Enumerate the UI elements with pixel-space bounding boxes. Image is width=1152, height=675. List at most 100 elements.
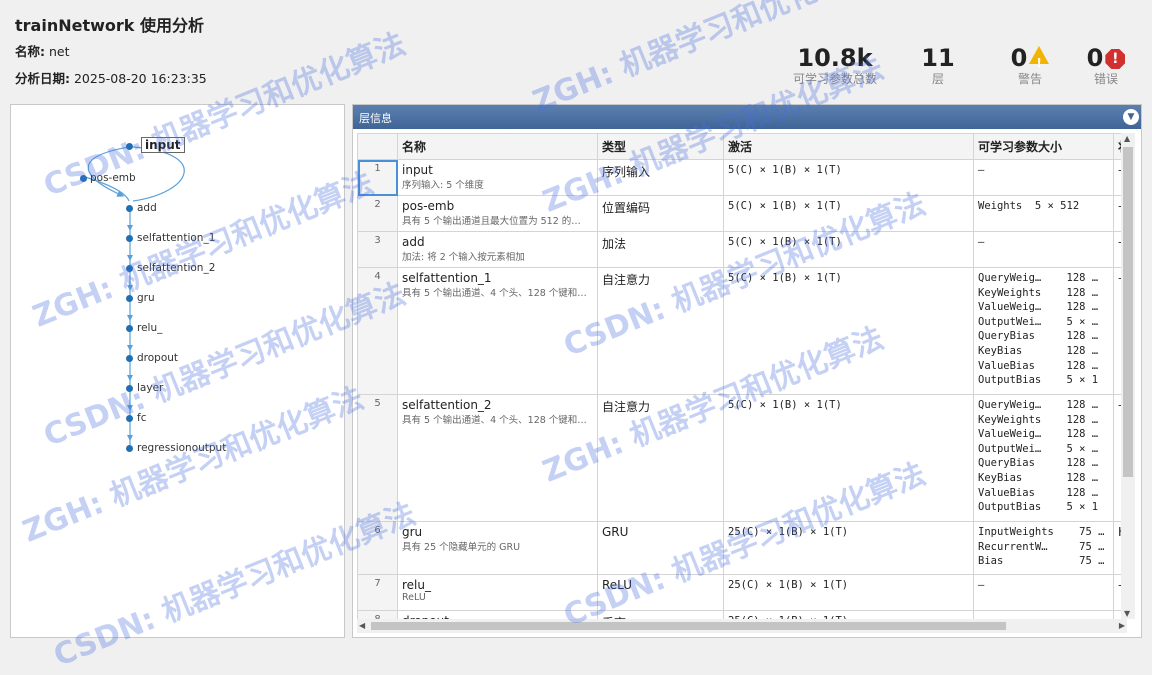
graph-node-add[interactable]: add [137,202,157,214]
row-index: 8 [357,610,398,619]
horizontal-scrollbar[interactable]: ◀ ▶ [357,619,1127,633]
layer-desc: 具有 25 个隐藏单元的 GRU [402,542,521,553]
graph-node-fc[interactable]: fc [137,412,146,424]
layer-params: Weights 5 × 512 [973,195,1114,232]
warnings-label: 警告 [1017,72,1042,86]
layer-name: selfattention_1 [402,271,492,285]
layer-params: – [973,610,1114,619]
layer-type: 位置编码 [597,195,724,232]
row-index: 4 [357,267,398,395]
layer-params: – [973,574,1114,611]
learnable-params-stat: 10.8k 可学习参数总数 [790,44,880,86]
row-index: 6 [357,521,398,575]
col-header-name[interactable]: 名称 [397,133,598,160]
scroll-right-icon[interactable]: ▶ [1119,621,1125,630]
layer-table: 名称 类型 激活 可学习参数大小 状 1 input 序列输入: 5 个维度 序列… [357,133,1127,619]
graph-node-selfattention-1[interactable]: selfattention_1 [137,232,215,244]
errors-stat[interactable]: 0! 错误 [1076,44,1136,86]
vertical-scrollbar[interactable]: ▲ ▼ [1121,133,1135,619]
layer-activation: 5(C) × 1(B) × 1(T) [723,195,974,232]
table-row[interactable]: 5 selfattention_2 具有 5 个输出通道、4 个头、128 个键和… [357,394,1127,522]
errors-value: 0 [1086,44,1104,72]
layer-activation: 5(C) × 1(B) × 1(T) [723,394,974,522]
graph-node-selfattention-2[interactable]: selfattention_2 [137,262,215,274]
layer-desc: 序列输入: 5 个维度 [402,180,484,191]
table-row[interactable]: 3 add 加法: 将 2 个输入按元素相加 加法 5(C) × 1(B) × 1… [357,231,1127,268]
learnable-params-value: 10.8k [797,44,873,72]
layer-params: QueryWeig… 128 … KeyWeights 128 … ValueW… [973,394,1114,522]
layer-type: ReLU [597,574,724,611]
layers-label: 层 [931,72,944,86]
table-row[interactable]: 2 pos-emb 具有 5 个输出通道且最大位置为 512 的… 位置编码 5(… [357,195,1127,232]
name-value: net [48,44,70,59]
layer-name: selfattention_2 [402,398,492,412]
layer-desc: 具有 5 个输出通道、4 个头、128 个键和… [402,288,587,299]
col-header-activation[interactable]: 激活 [723,133,974,160]
scroll-left-icon[interactable]: ◀ [359,621,365,630]
graph-node-relu[interactable]: relu_ [137,322,162,334]
graph-node-gru[interactable]: gru [137,292,155,304]
graph-node-dropout[interactable]: dropout [137,352,178,364]
layers-value: 11 [921,44,955,72]
row-index: 7 [357,574,398,611]
graph-node-input[interactable]: input [141,137,185,153]
layer-type: 自注意力 [597,394,724,522]
scroll-down-icon[interactable]: ▼ [1124,609,1130,618]
horizontal-scroll-thumb[interactable] [371,622,1006,630]
layer-params: InputWeights 75 … RecurrentW… 75 … Bias … [973,521,1114,575]
warnings-value: 0 [1010,44,1028,72]
layer-desc: ReLU [402,592,426,603]
table-row[interactable]: 8 dropout 丢弃 25(C) × 1(B) × 1(T) – – [357,610,1127,619]
layers-stat: 11 层 [912,44,964,86]
warnings-stat[interactable]: 0! 警告 [1000,44,1060,86]
row-index: 1 [357,159,398,196]
layer-info-title: 层信息 [359,112,392,125]
network-name-line: 名称: net [15,41,70,60]
scroll-up-icon[interactable]: ▲ [1124,134,1130,143]
report-header: trainNetwork 使用分析 名称: net 分析日期: 2025-08-… [0,0,1152,96]
panel-menu-chevron-down-icon[interactable]: ▼ [1123,109,1139,125]
layer-info-titlebar: 层信息 ▼ [353,105,1141,129]
row-index: 2 [357,195,398,232]
layer-activation: 5(C) × 1(B) × 1(T) [723,231,974,268]
graph-edges [84,146,185,445]
error-icon: ! [1105,49,1126,69]
col-header-type[interactable]: 类型 [597,133,724,160]
page-title: trainNetwork 使用分析 [15,16,204,35]
table-row[interactable]: 1 input 序列输入: 5 个维度 序列输入 5(C) × 1(B) × 1(… [357,159,1127,196]
graph-node-layer[interactable]: layer [137,382,163,394]
date-label: 分析日期: [15,71,70,86]
date-value: 2025-08-20 16:23:35 [73,71,207,86]
table-row[interactable]: 4 selfattention_1 具有 5 个输出通道、4 个头、128 个键和… [357,267,1127,395]
layer-name: add [402,235,425,249]
layer-desc: 加法: 将 2 个输入按元素相加 [402,252,525,263]
table-row[interactable]: 7 relu_ReLU ReLU 25(C) × 1(B) × 1(T) – – [357,574,1127,611]
layer-activation: 5(C) × 1(B) × 1(T) [723,159,974,196]
layer-desc: 具有 5 个输出通道、4 个头、128 个键和… [402,415,587,426]
layer-info-panel: 层信息 ▼ 名称 类型 激活 可学习参数大小 状 1 input [352,104,1142,638]
graph-node-pos-emb[interactable]: pos-emb [90,172,136,184]
learnable-params-label: 可学习参数总数 [792,72,877,86]
warning-icon: ! [1029,46,1050,70]
layer-table-container[interactable]: 名称 类型 激活 可学习参数大小 状 1 input 序列输入: 5 个维度 序列… [357,133,1127,619]
layer-params: – [973,231,1114,268]
layer-params: QueryWeig… 128 … KeyWeights 128 … ValueW… [973,267,1114,395]
vertical-scroll-thumb[interactable] [1123,147,1133,477]
col-header-param-size[interactable]: 可学习参数大小 [973,133,1114,160]
row-index: 3 [357,231,398,268]
layer-type: 序列输入 [597,159,724,196]
errors-label: 错误 [1093,72,1118,86]
name-label: 名称: [15,44,45,59]
row-index: 5 [357,394,398,522]
table-header-row: 名称 类型 激活 可学习参数大小 状 [357,133,1127,160]
network-graph-panel[interactable]: input pos-emb add selfattention_1 selfat… [10,104,345,638]
layer-type: GRU [597,521,724,575]
table-row[interactable]: 6 gru 具有 25 个隐藏单元的 GRU GRU 25(C) × 1(B) ×… [357,521,1127,575]
layer-type: 加法 [597,231,724,268]
analysis-date-line: 分析日期: 2025-08-20 16:23:35 [15,68,207,87]
layer-activation: 25(C) × 1(B) × 1(T) [723,574,974,611]
layer-params: – [973,159,1114,196]
graph-node-regressionoutput[interactable]: regressionoutput [137,442,226,454]
layer-type: 自注意力 [597,267,724,395]
layer-activation: 5(C) × 1(B) × 1(T) [723,267,974,395]
